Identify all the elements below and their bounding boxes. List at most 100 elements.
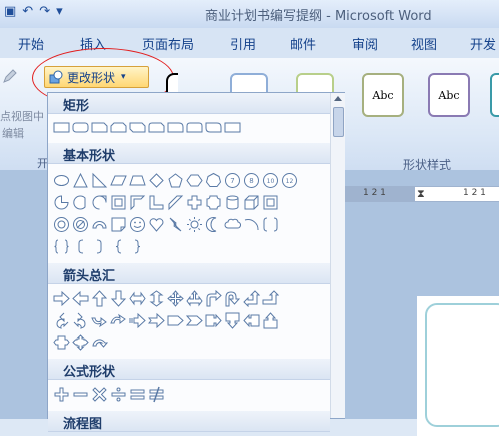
lightning-bolt-shape[interactable] [166, 215, 184, 233]
left-arrow-callout-shape[interactable] [242, 311, 260, 329]
curved-left-arrow-shape[interactable] [71, 311, 89, 329]
undo-icon[interactable]: ↶ [22, 4, 33, 19]
save-icon[interactable]: ▣ [4, 4, 16, 19]
oval-shape[interactable] [52, 171, 70, 189]
diagonal-stripe-shape[interactable] [166, 193, 184, 211]
right-triangle-shape[interactable] [90, 171, 108, 189]
rectangle-alt-shape[interactable] [223, 118, 241, 136]
hexagon-shape[interactable] [185, 171, 203, 189]
right-arrow-callout-shape[interactable] [204, 311, 222, 329]
curved-down-arrow-shape[interactable] [109, 311, 127, 329]
minus-math-shape[interactable] [71, 385, 89, 403]
plaque-shape[interactable] [204, 193, 222, 211]
circular-arrow-shape[interactable] [90, 333, 108, 351]
equal-math-shape[interactable] [128, 385, 146, 403]
round-single-corner-shape[interactable] [166, 118, 184, 136]
not-equal-math-shape[interactable] [147, 385, 165, 403]
tab-review[interactable]: 审阅 [352, 34, 378, 53]
notched-right-arrow-shape[interactable] [147, 311, 165, 329]
tab-page-layout[interactable]: 页面布局 [142, 34, 194, 53]
indent-marker-icon[interactable]: ⧗ [417, 187, 425, 201]
pie-shape[interactable] [52, 193, 70, 211]
tab-developer[interactable]: 开发 [470, 34, 496, 53]
quad-arrow-callout-shape[interactable] [71, 333, 89, 351]
style-thumb-olive[interactable]: Abc [362, 73, 404, 117]
heart-shape[interactable] [147, 215, 165, 233]
striped-right-arrow-shape[interactable] [128, 311, 146, 329]
smiley-face-shape[interactable] [128, 215, 146, 233]
plus-math-shape[interactable] [52, 385, 70, 403]
curved-up-arrow-shape[interactable] [90, 311, 108, 329]
teardrop-shape[interactable] [90, 193, 108, 211]
left-arrow-shape[interactable] [71, 289, 89, 307]
round-diagonal-shape[interactable] [204, 118, 222, 136]
horizontal-ruler[interactable]: 1 2 1 ⧗ 1 2 1 [345, 186, 499, 202]
half-frame-shape[interactable] [128, 193, 146, 211]
left-brace-shape[interactable] [109, 237, 127, 255]
snip-same-side-shape[interactable] [109, 118, 127, 136]
l-shape[interactable] [147, 193, 165, 211]
right-brace-shape[interactable] [128, 237, 146, 255]
style-thumb-teal[interactable] [490, 73, 499, 117]
left-right-up-arrow-shape[interactable] [185, 289, 203, 307]
scrollbar-thumb[interactable] [333, 107, 344, 137]
left-right-arrow-callout-shape[interactable] [52, 333, 70, 351]
bent-up-arrow-shape[interactable] [261, 289, 279, 307]
frame-shape[interactable] [109, 193, 127, 211]
rounded-rectangle-shape[interactable] [71, 118, 89, 136]
triangle-shape[interactable] [71, 171, 89, 189]
circle-10-shape[interactable]: 10 [261, 171, 279, 189]
up-arrow-callout-shape[interactable] [261, 311, 279, 329]
divide-math-shape[interactable] [109, 385, 127, 403]
tab-references[interactable]: 引用 [230, 34, 256, 53]
curved-right-arrow-shape[interactable] [52, 311, 70, 329]
parallelogram-shape[interactable] [109, 171, 127, 189]
can-shape[interactable] [223, 193, 241, 211]
up-down-arrow-shape[interactable] [147, 289, 165, 307]
style-thumb-purple[interactable]: Abc [428, 73, 470, 117]
down-arrow-callout-shape[interactable] [223, 311, 241, 329]
left-bracket-shape[interactable] [71, 237, 89, 255]
sun-shape[interactable] [185, 215, 203, 233]
diamond-shape[interactable] [147, 171, 165, 189]
folded-corner-shape[interactable] [109, 215, 127, 233]
right-arrow-shape[interactable] [52, 289, 70, 307]
double-brace-shape[interactable] [52, 237, 70, 255]
up-arrow-shape[interactable] [90, 289, 108, 307]
cloud-shape[interactable] [223, 215, 241, 233]
quad-arrow-shape[interactable] [166, 289, 184, 307]
snip-round-shape[interactable] [147, 118, 165, 136]
pentagon-arrow-shape[interactable] [166, 311, 184, 329]
circle-12-shape[interactable]: 12 [280, 171, 298, 189]
multiply-math-shape[interactable] [90, 385, 108, 403]
gallery-scrollbar[interactable] [330, 93, 345, 418]
double-bracket-shape[interactable] [261, 215, 279, 233]
block-arc-shape[interactable] [90, 215, 108, 233]
bevel-shape[interactable] [261, 193, 279, 211]
textbox-shape[interactable] [425, 303, 499, 427]
tab-mailings[interactable]: 邮件 [290, 34, 316, 53]
chord-shape[interactable] [71, 193, 89, 211]
trapezoid-shape[interactable] [128, 171, 146, 189]
round-same-side-shape[interactable] [185, 118, 203, 136]
right-bracket-shape[interactable] [90, 237, 108, 255]
octagon-circle-7-shape[interactable]: 7 [223, 171, 241, 189]
left-right-arrow-shape[interactable] [128, 289, 146, 307]
u-turn-arrow-shape[interactable] [223, 289, 241, 307]
heptagon-shape[interactable] [204, 171, 222, 189]
plus-shape[interactable] [185, 193, 203, 211]
rectangle-shape[interactable] [52, 118, 70, 136]
scroll-up-arrow-icon[interactable] [334, 96, 342, 101]
tab-home[interactable]: 开始 [18, 34, 44, 53]
redo-icon[interactable]: ↷ [39, 4, 50, 19]
cube-shape[interactable] [242, 193, 260, 211]
moon-shape[interactable] [204, 215, 222, 233]
snip-diagonal-shape[interactable] [128, 118, 146, 136]
customize-qat-icon[interactable]: ▾ [56, 4, 63, 19]
pentagon-shape[interactable] [166, 171, 184, 189]
chevron-shape[interactable] [185, 311, 203, 329]
circle-8-shape[interactable]: 8 [242, 171, 260, 189]
arc-shape[interactable] [242, 215, 260, 233]
donut-shape[interactable] [52, 215, 70, 233]
snip-single-corner-shape[interactable] [90, 118, 108, 136]
